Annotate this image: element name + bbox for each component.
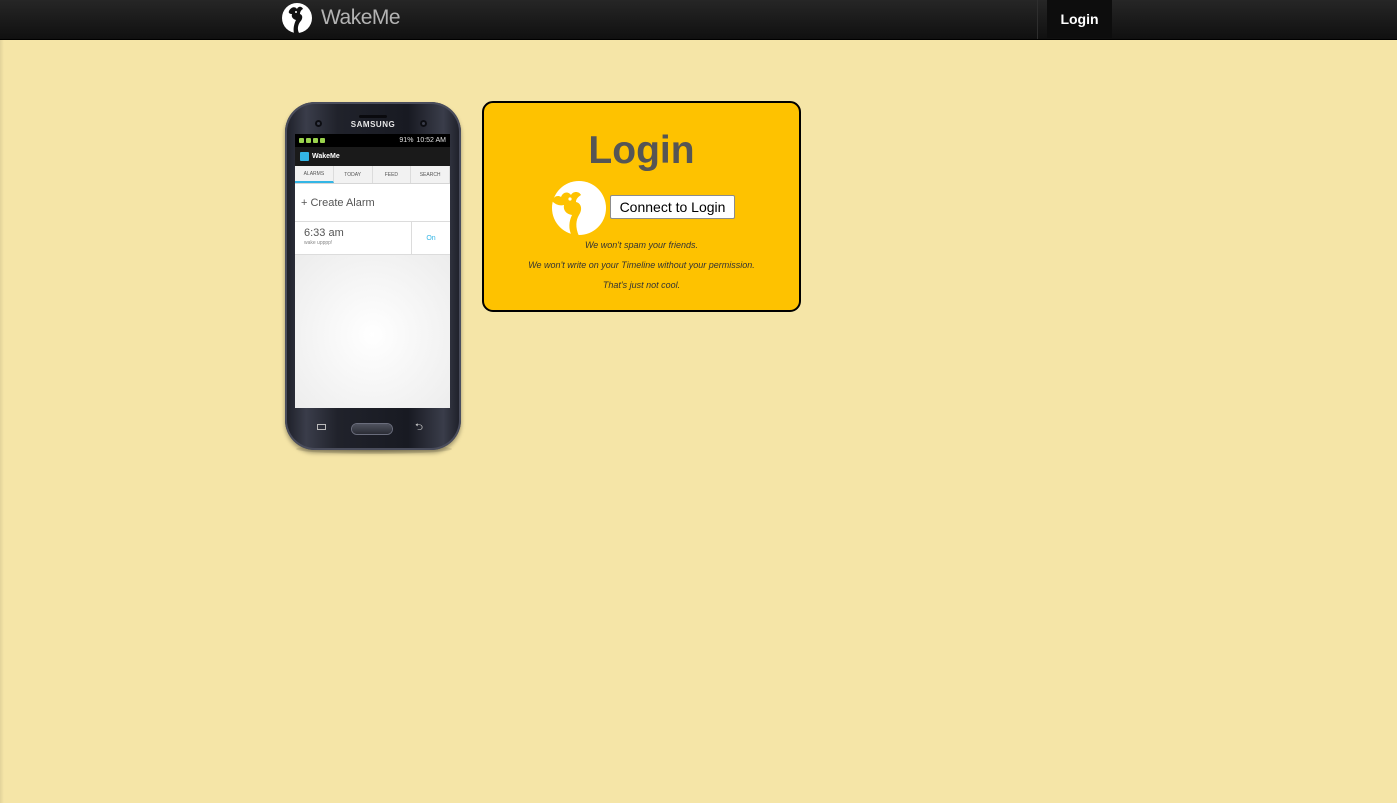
phone-maker-label: SAMSUNG xyxy=(350,120,396,129)
login-note-spam: We won't spam your friends. xyxy=(584,240,699,250)
tab-today: TODAY xyxy=(334,166,373,183)
alarm-note: wake upppp! xyxy=(304,240,333,246)
alarm-time: 6:33 am xyxy=(304,227,344,239)
login-card: Login Connect to Login We won't spam you… xyxy=(482,101,801,312)
phone-screen-empty-area xyxy=(295,255,450,408)
tab-search: SEARCH xyxy=(411,166,450,183)
alarm-state: On xyxy=(426,234,436,242)
notification-icon xyxy=(320,138,325,143)
notification-icon xyxy=(299,138,304,143)
phone-app-title: WakeMe xyxy=(312,153,340,160)
login-title: Login xyxy=(588,129,695,172)
tab-alarms: ALARMS xyxy=(295,166,334,183)
nav-login-link[interactable]: Login xyxy=(1047,0,1112,38)
notification-icon xyxy=(313,138,318,143)
create-alarm-row: + Create Alarm xyxy=(295,184,450,222)
phone-sensor-icon xyxy=(315,120,322,127)
page-edge-shadow xyxy=(0,39,4,803)
phone-mockup: SAMSUNG 91% 10:52 AM WakeMe ALARMS TODAY… xyxy=(285,102,461,450)
notification-icon xyxy=(306,138,311,143)
wakeme-app-icon xyxy=(300,152,309,161)
brand-name: WakeMe xyxy=(321,6,401,29)
top-navbar: WakeMe Login xyxy=(0,0,1397,40)
battery-percent: 91% xyxy=(399,137,414,144)
phone-back-button-icon: ⮌ xyxy=(415,422,424,433)
tab-feed: FEED xyxy=(373,166,412,183)
phone-app-bar: WakeMe xyxy=(295,147,450,166)
connect-to-login-button[interactable]: Connect to Login xyxy=(610,195,735,219)
phone-tabs: ALARMS TODAY FEED SEARCH xyxy=(295,166,450,184)
alarm-list-item: 6:33 am wake upppp! On xyxy=(295,222,450,255)
login-note-cool: That's just not cool. xyxy=(602,280,681,290)
nav-divider xyxy=(1037,0,1038,39)
status-time: 10:52 AM xyxy=(416,137,446,144)
rooster-logo-icon xyxy=(552,181,606,236)
phone-status-bar: 91% 10:52 AM xyxy=(295,134,450,147)
phone-speaker xyxy=(359,115,387,118)
rooster-logo-icon xyxy=(282,3,312,33)
phone-home-button-icon xyxy=(352,424,392,434)
alarm-details: 6:33 am wake upppp! xyxy=(295,222,412,254)
status-icons xyxy=(299,138,325,143)
phone-camera-icon xyxy=(420,120,427,127)
login-note-timeline: We won't write on your Timeline without … xyxy=(528,260,755,270)
phone-menu-button-icon xyxy=(317,424,326,430)
brand-link[interactable]: WakeMe xyxy=(281,2,401,34)
phone-screen: 91% 10:52 AM WakeMe ALARMS TODAY FEED SE… xyxy=(295,134,450,408)
